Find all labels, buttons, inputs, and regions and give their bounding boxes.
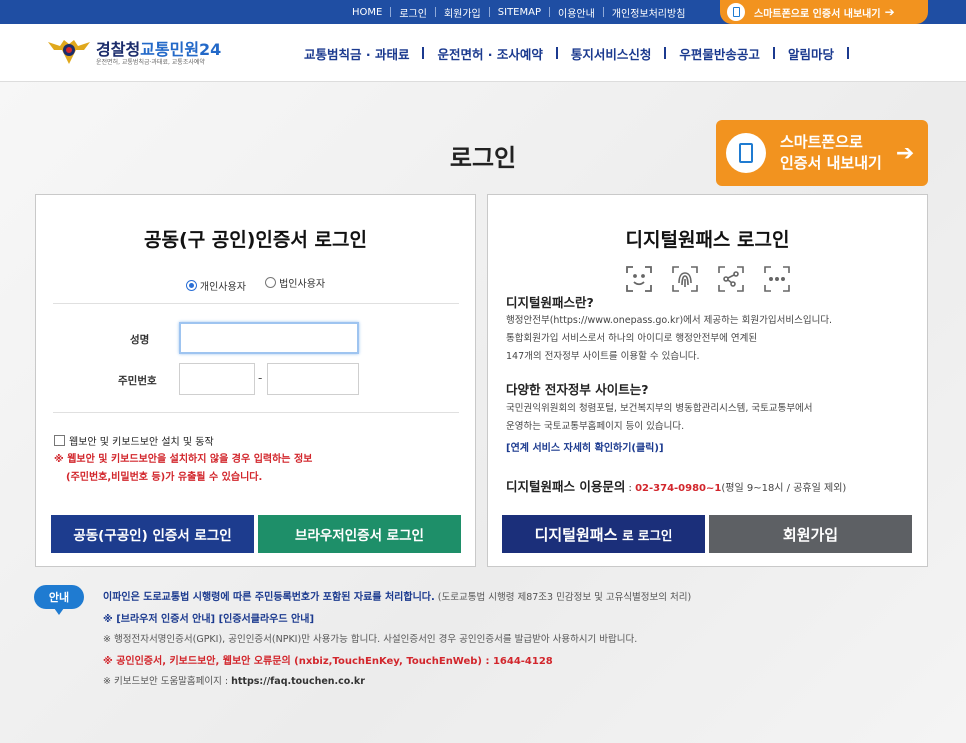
top-utility-nav: HOME 로그인 회원가입 SITEMAP 이용안내 개인정보처리방침: [352, 0, 685, 24]
onepass-login-button[interactable]: 디지털원패스 로 로그인: [502, 515, 705, 553]
police-emblem-icon: [48, 40, 90, 64]
checkbox-unchecked-icon: [54, 435, 65, 446]
onepass-login-title: 디지털원패스 로그인: [625, 229, 790, 251]
export-cert-label: 스마트폰으로 인증서 내보내기: [780, 133, 882, 172]
top-export-cert-button[interactable]: 스마트폰으로 인증서 내보내기 ➔: [720, 0, 928, 24]
login-link[interactable]: 로그인: [399, 5, 427, 20]
pattern-icon: [718, 266, 744, 292]
divider: [846, 47, 849, 59]
arrow-right-icon: ➔: [884, 5, 895, 19]
nav-returned-mail[interactable]: 우편물반송공고: [679, 44, 760, 63]
notice-line-1: 이파인은 도로교통법 시행령에 따른 주민등록번호가 포함된 자료를 처리합니다…: [103, 592, 692, 603]
browser-cert-login-button[interactable]: 브라우저인증서 로그인: [258, 515, 461, 553]
security-install-checkbox[interactable]: 웹보안 및 키보드보안 설치 및 동작: [54, 433, 214, 448]
divider: [53, 412, 459, 413]
onepass-contact: 디지털원패스 이용문의 : 02-374-0980~1(평일 9~18시 / 공…: [506, 479, 847, 494]
arrow-right-icon: ➔: [895, 140, 915, 166]
rrn-label: 주민번호: [118, 375, 157, 387]
touchen-faq-link[interactable]: https://faq.touchen.co.kr: [231, 676, 365, 687]
usage-guide-link[interactable]: 이용안내: [558, 5, 595, 20]
notice-line-5: ※ 키보드보안 도움말홈페이지 : https://faq.touchen.co…: [103, 676, 365, 687]
cert-login-button[interactable]: 공동(구공인) 인증서 로그인: [51, 515, 254, 553]
radio-unchecked-icon: [265, 277, 277, 288]
radio-checked-icon: [185, 280, 197, 291]
signup-link[interactable]: 회원가입: [444, 5, 481, 20]
name-input[interactable]: [179, 322, 359, 354]
rrn-back-input[interactable]: [267, 363, 359, 395]
divider: [53, 303, 459, 304]
notice-badge: 안내: [34, 585, 84, 615]
onepass-login-panel: 디지털원패스 로그인 디지털원패스란? 행정안전부(https://www.on…: [487, 194, 928, 567]
divider: [602, 7, 604, 17]
divider: [488, 7, 490, 17]
fingerprint-icon: [672, 266, 698, 292]
auth-methods-icons: [625, 265, 809, 293]
nav-notification[interactable]: 통지서비스신청: [571, 44, 652, 63]
divider: [390, 7, 392, 17]
onepass-description: 행정안전부(https://www.onepass.go.kr)에서 제공하는 …: [506, 315, 833, 362]
site-logo[interactable]: 경찰청교통민원24 운전면허, 교통범칙금·과태료, 교통조사예약: [46, 32, 246, 72]
cert-login-title: 공동(구 공인)인증서 로그인: [144, 229, 367, 251]
rrn-front-input[interactable]: [179, 363, 255, 395]
privacy-policy-link[interactable]: 개인정보처리방침: [612, 5, 686, 20]
divider: [434, 7, 436, 17]
radio-corporate[interactable]: 법인사용자: [265, 275, 325, 290]
top-export-label: 스마트폰으로 인증서 내보내기: [754, 8, 881, 20]
divider: [549, 7, 550, 17]
rrn-separator: -: [258, 371, 263, 385]
divider: [772, 47, 775, 59]
export-cert-button[interactable]: 스마트폰으로 인증서 내보내기 ➔: [716, 120, 928, 186]
divider: [664, 47, 667, 59]
face-id-icon: [626, 266, 652, 292]
divider: [555, 47, 558, 59]
pin-icon: [764, 266, 790, 292]
divider: [422, 47, 425, 59]
main-nav: 교통범칙금 · 과태료 운전면허 · 조사예약 통지서비스신청 우편물반송공고 …: [304, 24, 862, 82]
notice-line-3: ※ 행정전자서명인증서(GPKI), 공인인증서(NPKI)만 사용가능 합니다…: [103, 634, 638, 645]
cert-login-panel: 공동(구 공인)인증서 로그인 개인사용자 법인사용자 성명 주민번호 - 웹보…: [35, 194, 476, 567]
security-warning-line2: (주민번호,비밀번호 등)가 유출될 수 있습니다.: [66, 472, 263, 483]
home-link[interactable]: HOME: [352, 7, 382, 18]
signup-button[interactable]: 회원가입: [709, 515, 912, 553]
nav-fines[interactable]: 교통범칙금 · 과태료: [304, 44, 409, 63]
name-label: 성명: [130, 334, 150, 346]
notice-line-4: ※ 공인인증서, 키보드보안, 웹보안 오류문의 (nxbiz,TouchEnK…: [103, 656, 553, 667]
site-header: 경찰청교통민원24 운전면허, 교통범칙금·과태료, 교통조사예약 교통범칙금 …: [0, 24, 966, 82]
smartphone-icon: [727, 3, 745, 21]
radio-individual[interactable]: 개인사용자: [185, 278, 246, 293]
nav-notice-board[interactable]: 알림마당: [788, 44, 834, 63]
user-type-radio-group: 개인사용자 법인사용자: [36, 275, 475, 293]
sitemap-link[interactable]: SITEMAP: [498, 7, 541, 18]
notice-line-2[interactable]: ※ [브라우저 인증서 안내] [인증서클라우드 안내]: [103, 610, 314, 625]
egov-sites-description: 국민권익위원회의 청렴포털, 보건복지부의 병동합관리시스템, 국토교통부에서 …: [506, 403, 813, 432]
logo-subtitle: 운전면허, 교통범칙금·과태료, 교통조사예약: [96, 59, 205, 66]
linked-services-link[interactable]: [연계 서비스 자세히 확인하기(클릭)]: [506, 439, 664, 454]
smartphone-icon: [726, 133, 766, 173]
security-warning-line1: ※ 웹보안 및 키보드보안을 설치하지 않을 경우 입력하는 정보: [54, 454, 313, 465]
nav-license[interactable]: 운전면허 · 조사예약: [437, 44, 542, 63]
egov-sites-heading: 다양한 전자정부 사이트는?: [506, 382, 649, 397]
onepass-what-heading: 디지털원패스란?: [506, 295, 594, 310]
